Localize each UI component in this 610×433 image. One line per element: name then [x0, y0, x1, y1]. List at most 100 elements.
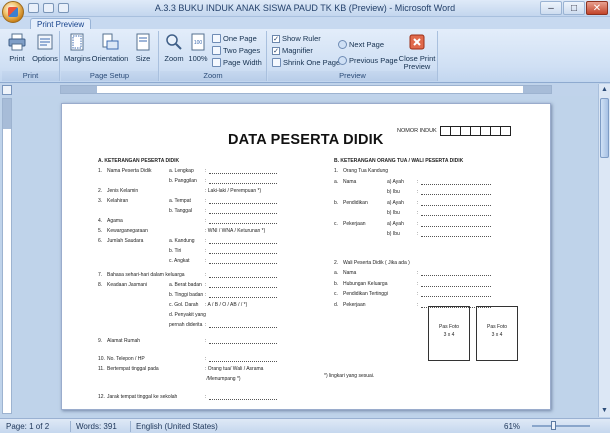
fill-in-line[interactable] [421, 183, 491, 185]
shrink-page-icon [272, 58, 281, 67]
margins-button[interactable]: Margins [64, 33, 91, 63]
zoom-group: Zoom 100 100% One Page Two Pages Page Wi… [160, 31, 267, 81]
ribbon-tab-strip: Print Preview [0, 17, 610, 30]
fill-in-line[interactable] [421, 194, 491, 195]
language-indicator[interactable]: English (United States) [136, 422, 218, 431]
form-row: 11. Bertempat tinggal pada: Orang tua/ Wa… [98, 366, 264, 372]
vertical-scrollbar[interactable]: ▲ ▼ [598, 84, 610, 417]
page-count[interactable]: Page: 1 of 2 [6, 422, 49, 431]
office-button[interactable] [2, 1, 24, 23]
zoom-level[interactable]: 61% [504, 422, 520, 431]
fill-in-line[interactable] [209, 327, 277, 328]
print-group-label: Print [2, 71, 59, 81]
window-controls: – □ ✕ [540, 1, 608, 15]
fill-in-line[interactable] [421, 236, 491, 237]
form-row: pernah diderita: [169, 322, 207, 328]
form-row: 8. Keadaan Jasmani a. Berat badan: [98, 282, 207, 288]
close-print-preview-button[interactable]: Close Print Preview [398, 33, 436, 71]
form-row: a. Nama: [334, 270, 419, 276]
form-row: 1. Orang Tua Kandung [334, 168, 389, 174]
photo-box: Pas Foto 3 x 4 [476, 306, 518, 361]
print-button[interactable]: Print [5, 33, 29, 63]
window-title: A.3.3 BUKU INDUK ANAK SISWA PAUD TK KB (… [154, 3, 456, 13]
form-row: 9. Alamat Rumah: [98, 338, 207, 344]
form-row: b. Tanggal: [169, 208, 207, 214]
orientation-button[interactable]: Orientation [91, 33, 129, 63]
fill-in-line[interactable] [421, 204, 491, 206]
word-count[interactable]: Words: 391 [76, 422, 117, 431]
scrollbar-thumb[interactable] [600, 98, 609, 158]
margins-icon [70, 33, 84, 51]
fill-in-line[interactable] [421, 285, 491, 287]
nomor-induk: NOMOR INDUK [397, 126, 511, 136]
photo-box: Pas Foto 3 x 4 [428, 306, 470, 361]
vertical-ruler[interactable] [2, 98, 12, 414]
two-pages-icon [212, 46, 221, 55]
maximize-button[interactable]: □ [563, 1, 585, 15]
footnote: *) lingkari yang sesuai. [324, 373, 375, 379]
zoom-button[interactable]: Zoom [163, 33, 185, 63]
next-page-button[interactable]: Next Page [338, 39, 384, 50]
fill-in-line[interactable] [209, 343, 277, 344]
form-row: 3. Kelahiran a. Tempat: [98, 198, 207, 204]
two-pages-button[interactable]: Two Pages [212, 45, 260, 56]
page-setup-group-label: Page Setup [61, 71, 158, 81]
fill-in-line[interactable] [421, 275, 491, 276]
fill-in-line[interactable] [209, 173, 277, 174]
form-row: b) Ibu: [387, 210, 419, 216]
size-button[interactable]: Size [132, 33, 154, 63]
section-a-heading: A. KETERANGAN PESERTA DIDIK [98, 158, 180, 164]
magnifier-checkbox[interactable]: ✓ Magnifier [272, 45, 313, 56]
ruler-row [0, 84, 610, 96]
one-page-icon [212, 34, 221, 43]
fill-in-line[interactable] [209, 297, 277, 298]
nomor-induk-boxes [439, 126, 511, 136]
scroll-down-icon[interactable]: ▼ [600, 406, 609, 416]
fill-in-line[interactable] [209, 203, 277, 204]
shrink-one-page-button[interactable]: Shrink One Page [272, 57, 340, 68]
fill-in-line[interactable] [421, 215, 491, 216]
fill-in-line[interactable] [209, 253, 277, 254]
close-preview-icon [409, 34, 425, 50]
page-setup-group: Margins Orientation Size Page Setup [61, 31, 159, 81]
fill-in-line[interactable] [209, 361, 277, 362]
page-width-icon [212, 58, 221, 67]
minimize-button[interactable]: – [540, 1, 562, 15]
horizontal-ruler[interactable] [60, 85, 552, 94]
show-ruler-checkbox[interactable]: ✓ Show Ruler [272, 33, 321, 44]
fill-in-line[interactable] [209, 183, 277, 184]
ruler-top-margin [3, 99, 11, 129]
ribbon: Print Options Print Margins Orientation [0, 29, 610, 83]
form-row: c. Angkat: [169, 258, 207, 264]
zoom-100-button[interactable]: 100 100% [187, 33, 209, 63]
options-button[interactable]: Options [31, 33, 59, 63]
scroll-up-icon[interactable]: ▲ [600, 85, 609, 95]
document-page[interactable]: DATA PESERTA DIDIK NOMOR INDUK A. KETERA… [61, 103, 551, 410]
print-group: Print Options Print [2, 31, 60, 81]
one-page-button[interactable]: One Page [212, 33, 257, 44]
previous-page-button[interactable]: Previous Page [338, 55, 398, 66]
fill-in-line[interactable] [209, 263, 277, 264]
previous-page-icon [338, 56, 347, 65]
fill-in-line[interactable] [209, 277, 277, 278]
fill-in-line[interactable] [209, 287, 277, 288]
form-row: b. Hubungan Keluarga: [334, 280, 419, 287]
status-bar: Page: 1 of 2 Words: 391 English (United … [0, 418, 610, 433]
fill-in-line[interactable] [209, 399, 277, 400]
fill-in-line[interactable] [421, 225, 491, 227]
form-row: 12. Jarak tempat tinggal ke sekolah: [98, 394, 207, 400]
fill-in-line[interactable] [209, 243, 277, 244]
checkmark-icon: ✓ [272, 34, 280, 43]
preview-group: ✓ Show Ruler ✓ Magnifier Shrink One Page N… [268, 31, 438, 81]
fill-in-line[interactable] [209, 213, 277, 214]
fill-in-line[interactable] [209, 223, 277, 224]
fill-in-line[interactable] [421, 296, 491, 297]
zoom-slider-knob[interactable] [551, 421, 556, 430]
form-row: c. Pekerjaan a) Ayah: [334, 220, 419, 227]
tab-selector[interactable] [2, 85, 12, 95]
preview-group-label: Preview [268, 71, 437, 81]
zoom-slider[interactable] [532, 425, 590, 427]
page-width-button[interactable]: Page Width [212, 57, 262, 68]
close-window-button[interactable]: ✕ [586, 1, 608, 15]
form-row: c. Gol. Darah: A / B / O / AB / / *) [169, 302, 248, 308]
